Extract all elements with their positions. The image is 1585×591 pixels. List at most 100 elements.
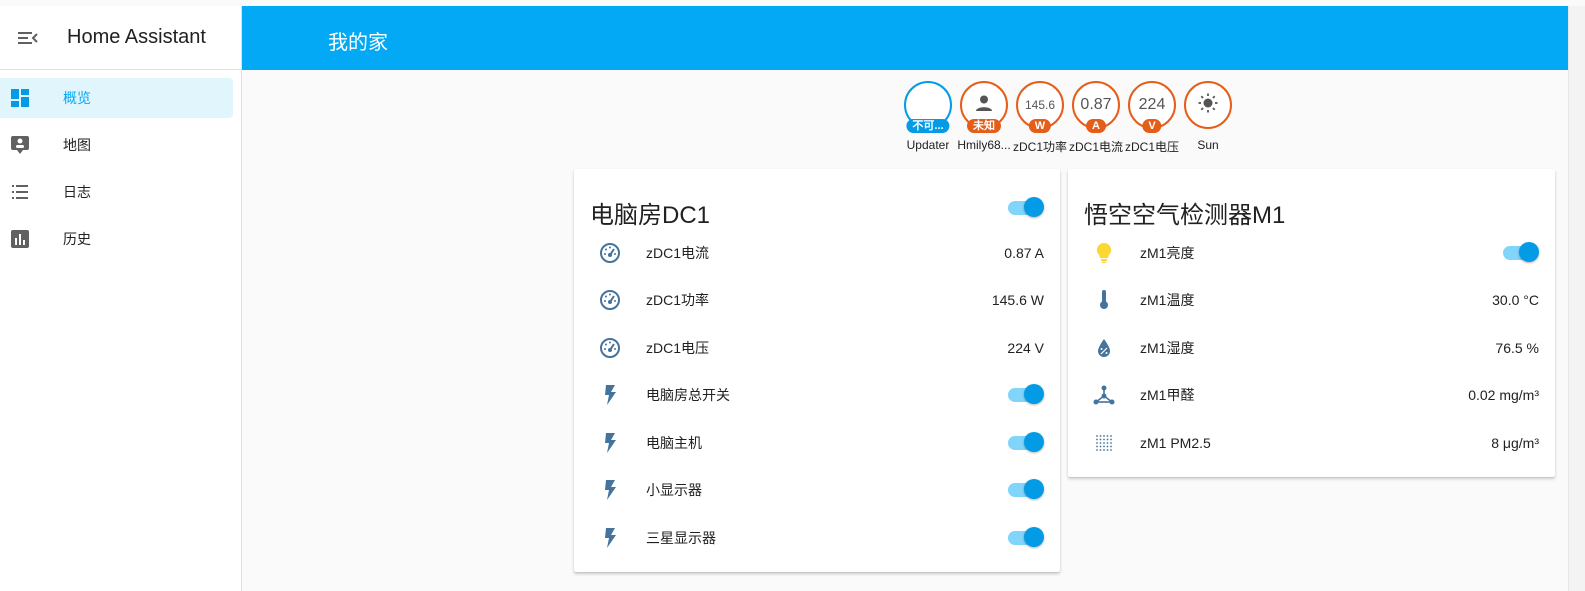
menu-toggle-button[interactable] bbox=[8, 18, 48, 58]
badge-unit-tag: V bbox=[1142, 119, 1162, 133]
entity-row[interactable]: 电脑房总开关 bbox=[574, 372, 1060, 420]
badge-circle: 145.6 W bbox=[1016, 81, 1064, 133]
entity-name: 电脑主机 bbox=[646, 434, 702, 451]
badge-unit-tag: 不可... bbox=[906, 119, 950, 133]
toggle-switch[interactable] bbox=[1008, 526, 1044, 549]
toggle-knob bbox=[1519, 241, 1539, 262]
gauge-icon bbox=[590, 242, 630, 264]
toggle-knob bbox=[1024, 526, 1044, 547]
sidebar-item-0[interactable]: 概览 bbox=[0, 78, 233, 118]
sidebar-item-label: 概览 bbox=[63, 90, 91, 106]
sidebar-nav: 概览 地图 日志 历史 bbox=[0, 70, 241, 259]
card-title: 悟空空气检测器M1 bbox=[1084, 202, 1286, 229]
dots-grid-icon bbox=[1084, 434, 1124, 452]
entity-rows: zDC1电流 0.87 A zDC1功率 145.6 W zDC1电压 224 V 电脑房总… bbox=[574, 229, 1060, 562]
toggle-knob bbox=[1024, 431, 1044, 452]
badge-circle: 未知 bbox=[960, 81, 1008, 133]
entity-row[interactable]: zM1温度 30.0 °C bbox=[1068, 277, 1555, 325]
toggle-knob bbox=[1024, 384, 1044, 405]
entity-state: 224 V bbox=[1007, 339, 1044, 356]
account-icon bbox=[975, 94, 993, 117]
entity-row[interactable]: zM1甲醛 0.02 mg/m³ bbox=[1068, 372, 1555, 420]
badge-circle: 不可... bbox=[904, 81, 952, 133]
entity-row[interactable]: zDC1电流 0.87 A bbox=[574, 229, 1060, 277]
sidebar-item-label: 地图 bbox=[63, 137, 91, 153]
state-badge[interactable]: 0.87 A zDC1电流 bbox=[1068, 81, 1124, 155]
sidebar: Home Assistant 概览地图日志历史 bbox=[0, 6, 242, 591]
badge-name: zDC1电压 bbox=[1124, 140, 1179, 154]
toggle-knob bbox=[1024, 197, 1044, 217]
sidebar-item-3[interactable]: 历史 bbox=[0, 219, 233, 259]
entity-state: 76.5 % bbox=[1495, 339, 1539, 356]
entity-name: zDC1电压 bbox=[646, 339, 710, 356]
entity-name: zDC1功率 bbox=[646, 292, 710, 309]
badge-unit-tag: W bbox=[1028, 119, 1052, 133]
scrollbar-gutter[interactable] bbox=[1568, 6, 1585, 591]
entity-row[interactable]: 小显示器 bbox=[574, 467, 1060, 515]
sidebar-item-1[interactable]: 地图 bbox=[0, 125, 233, 165]
entity-state: 0.02 mg/m³ bbox=[1468, 387, 1539, 404]
badge-value: 224 bbox=[1138, 96, 1166, 113]
logbook-list-icon bbox=[0, 182, 40, 202]
toggle-switch[interactable] bbox=[1008, 384, 1044, 406]
badge-name: Sun bbox=[1197, 138, 1219, 152]
lightbulb-icon bbox=[1084, 242, 1124, 264]
badge-name: zDC1电流 bbox=[1068, 140, 1123, 154]
page-title: 我的家 bbox=[328, 32, 388, 54]
flash-icon bbox=[590, 527, 630, 549]
entity-name: zM1湿度 bbox=[1140, 339, 1195, 356]
toggle-knob bbox=[1024, 479, 1044, 500]
gauge-icon bbox=[590, 289, 630, 311]
history-chart-icon bbox=[0, 229, 40, 249]
app-header: 我的家 bbox=[242, 6, 1568, 70]
entity-state: 8 μg/m³ bbox=[1491, 434, 1539, 451]
sidebar-item-label: 历史 bbox=[63, 231, 91, 247]
entity-state: 0.87 A bbox=[1004, 244, 1044, 261]
badge-circle: 0.87 A bbox=[1072, 81, 1120, 133]
entity-name: zDC1电流 bbox=[646, 244, 710, 261]
gauge-icon bbox=[590, 337, 630, 359]
toggle-switch[interactable] bbox=[1008, 479, 1044, 501]
state-badge[interactable]: Sun bbox=[1180, 81, 1236, 155]
entity-name: 电脑房总开关 bbox=[646, 387, 730, 404]
entity-row[interactable]: zM1亮度 bbox=[1068, 229, 1555, 277]
flash-icon bbox=[590, 384, 630, 406]
entity-row[interactable]: zDC1电压 224 V bbox=[574, 324, 1060, 372]
flash-icon bbox=[590, 479, 630, 501]
state-badge[interactable]: 未知 Hmily68... bbox=[956, 81, 1012, 155]
toggle-switch[interactable] bbox=[1503, 241, 1539, 264]
app-title: Home Assistant bbox=[67, 26, 206, 48]
badge-name: Updater bbox=[906, 138, 950, 152]
badge-name: Hmily68... bbox=[957, 138, 1011, 152]
entity-name: 小显示器 bbox=[646, 482, 702, 499]
badge-value: 0.87 bbox=[1080, 96, 1112, 113]
entity-state: 30.0 °C bbox=[1492, 292, 1539, 309]
state-badge[interactable]: 不可... Updater bbox=[900, 81, 956, 155]
entity-row[interactable]: 三星显示器 bbox=[574, 514, 1060, 562]
entity-name: zM1甲醛 bbox=[1140, 387, 1195, 404]
entity-row[interactable]: 电脑主机 bbox=[574, 419, 1060, 467]
card-header-toggle[interactable] bbox=[1008, 197, 1044, 219]
entity-row[interactable]: zDC1功率 145.6 W bbox=[574, 277, 1060, 325]
entity-name: zM1温度 bbox=[1140, 292, 1195, 309]
badge-name: zDC1功率 bbox=[1012, 140, 1067, 154]
sidebar-item-2[interactable]: 日志 bbox=[0, 172, 233, 212]
badge-circle: 224 V bbox=[1128, 81, 1176, 133]
flash-icon bbox=[590, 432, 630, 454]
card-computer-room: 电脑房DC1 zDC1电流 0.87 A zDC1功率 145.6 W zDC1电压 22… bbox=[574, 169, 1060, 572]
state-badge[interactable]: 145.6 W zDC1功率 bbox=[1012, 81, 1068, 155]
state-badge[interactable]: 224 VzDC1电压 bbox=[1124, 81, 1180, 155]
thermometer-icon bbox=[1084, 289, 1124, 311]
entity-rows: zM1亮度 zM1温度 30.0 °C zM1湿度 76.5 % zM1甲醛 0.02 mg… bbox=[1068, 229, 1555, 467]
toggle-switch[interactable] bbox=[1008, 197, 1044, 219]
water-percent-icon bbox=[1084, 337, 1124, 359]
badge-unit-tag: 未知 bbox=[967, 119, 1001, 133]
entity-name: zM1 PM2.5 bbox=[1140, 434, 1211, 451]
toggle-switch[interactable] bbox=[1008, 431, 1044, 454]
entity-row[interactable]: zM1湿度 76.5 % bbox=[1068, 324, 1555, 372]
sidebar-item-label: 日志 bbox=[63, 184, 91, 200]
card-air-monitor: 悟空空气检测器M1 zM1亮度 zM1温度 30.0 °C zM1湿度 76.5 % zM… bbox=[1068, 169, 1555, 477]
dashboard-icon bbox=[0, 88, 40, 108]
entity-name: zM1亮度 bbox=[1140, 244, 1195, 261]
entity-row[interactable]: zM1 PM2.5 8 μg/m³ bbox=[1068, 419, 1555, 467]
